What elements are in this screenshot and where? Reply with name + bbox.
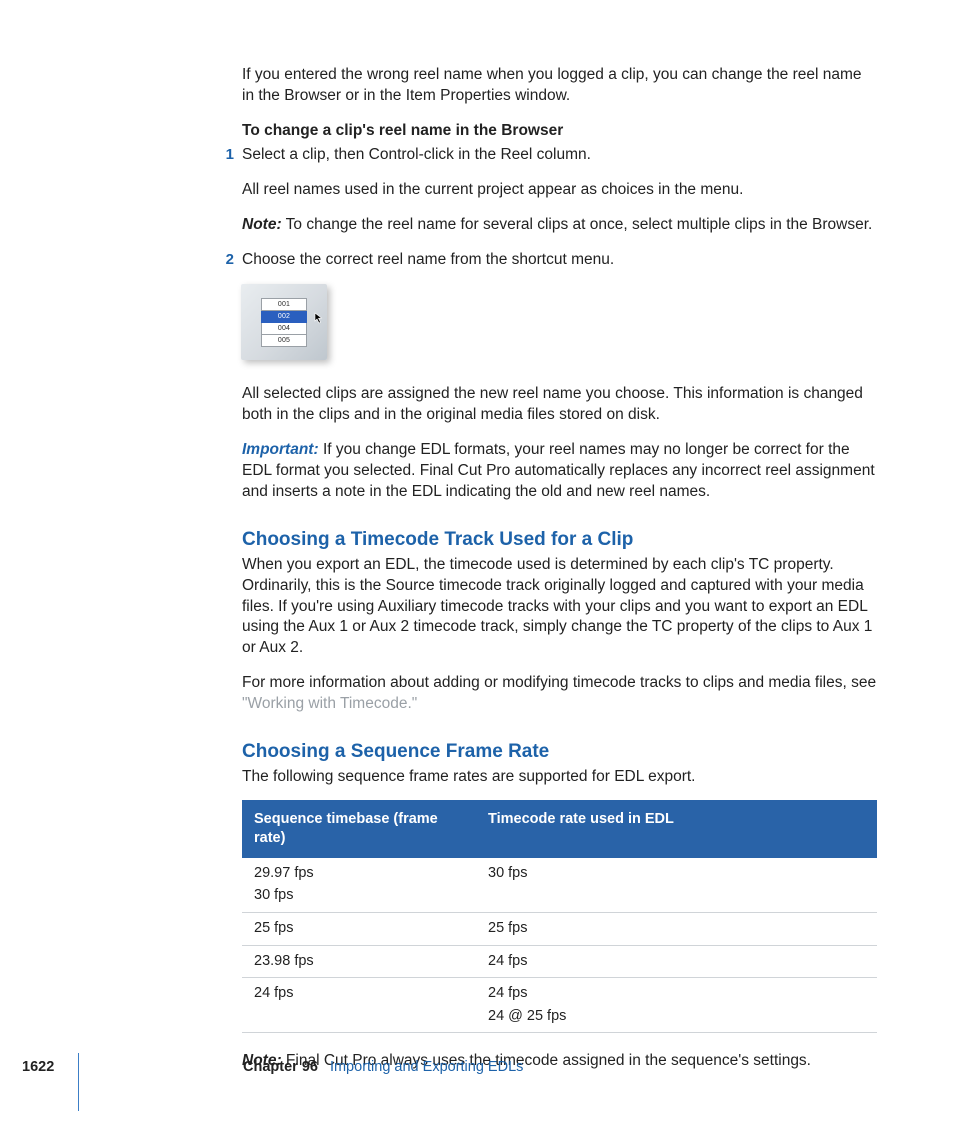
important-text: If you change EDL formats, your reel nam… (242, 441, 875, 500)
step-1-text: Select a clip, then Control-click in the… (242, 146, 591, 163)
section1-para2: For more information about adding or mod… (242, 673, 877, 715)
footer-divider (78, 1053, 79, 1111)
crossref-working-with-timecode: "Working with Timecode." (242, 695, 417, 712)
table-header-row: Sequence timebase (frame rate) Timecode … (242, 800, 877, 858)
section1-para2a: For more information about adding or mod… (242, 674, 876, 691)
cell-c1a: 29.97 fps (254, 865, 314, 881)
important-paragraph: Important: If you change EDL formats, yo… (242, 440, 877, 503)
table-head-col1: Sequence timebase (frame rate) (242, 800, 476, 858)
step-1-note-text: To change the reel name for several clip… (282, 216, 873, 233)
table-row: 23.98 fps 24 fps (242, 945, 877, 978)
menu-item-002-label: 002 (278, 313, 290, 320)
cell-c2a: 30 fps (488, 865, 528, 881)
section1-para1: When you export an EDL, the timecode use… (242, 555, 877, 660)
section-heading-timecode: Choosing a Timecode Track Used for a Cli… (242, 527, 877, 553)
cell-c2a: 25 fps (488, 920, 528, 936)
main-content: If you entered the wrong reel name when … (242, 65, 877, 1072)
section-heading-frame-rate: Choosing a Sequence Frame Rate (242, 739, 877, 765)
page-footer: 1622 Chapter 96 Importing and Exporting E… (0, 1059, 954, 1099)
chapter-title: Importing and Exporting EDLs (330, 1059, 523, 1075)
table-row: 29.97 fps 30 fps 30 fps (242, 858, 877, 913)
chapter-label: Chapter 96 Importing and Exporting EDLs (243, 1059, 523, 1075)
step-1-follow1: All reel names used in the current proje… (242, 180, 877, 201)
cell-c2a: 24 fps (488, 985, 528, 1001)
procedure-heading: To change a clip's reel name in the Brow… (242, 121, 877, 142)
step-1: 1 Select a clip, then Control-click in t… (242, 145, 877, 236)
note-label: Note: (242, 216, 282, 233)
page-number: 1622 (22, 1059, 54, 1075)
reel-menu-figure: 001 002 004 005 (241, 284, 327, 360)
cell-c1b: 30 fps (254, 886, 464, 906)
table-row: 25 fps 25 fps (242, 912, 877, 945)
reel-menu: 001 002 004 005 (261, 298, 307, 347)
after-menu-paragraph: All selected clips are assigned the new … (242, 384, 877, 426)
cell-c1a: 24 fps (254, 985, 294, 1001)
intro-paragraph: If you entered the wrong reel name when … (242, 65, 877, 107)
cell-c1a: 23.98 fps (254, 953, 314, 969)
table-row: 24 fps 24 fps 24 @ 25 fps (242, 978, 877, 1033)
cell-c2b: 24 @ 25 fps (488, 1007, 865, 1027)
cell-c1a: 25 fps (254, 920, 294, 936)
menu-item-002-selected: 002 (261, 311, 307, 323)
important-label: Important: (242, 441, 319, 458)
step-2: 2 Choose the correct reel name from the … (242, 250, 877, 271)
section2-intro: The following sequence frame rates are s… (242, 767, 877, 788)
menu-item-001: 001 (261, 298, 307, 311)
step-2-text: Choose the correct reel name from the sh… (242, 251, 614, 268)
cell-c2a: 24 fps (488, 953, 528, 969)
table-head-col2: Timecode rate used in EDL (476, 800, 877, 858)
step-number-1: 1 (216, 145, 234, 165)
document-page: If you entered the wrong reel name when … (0, 0, 954, 1145)
menu-item-005: 005 (261, 335, 307, 347)
chapter-number: Chapter 96 (243, 1059, 318, 1075)
frame-rate-table: Sequence timebase (frame rate) Timecode … (242, 800, 877, 1034)
step-number-2: 2 (216, 250, 234, 270)
menu-item-004: 004 (261, 323, 307, 335)
